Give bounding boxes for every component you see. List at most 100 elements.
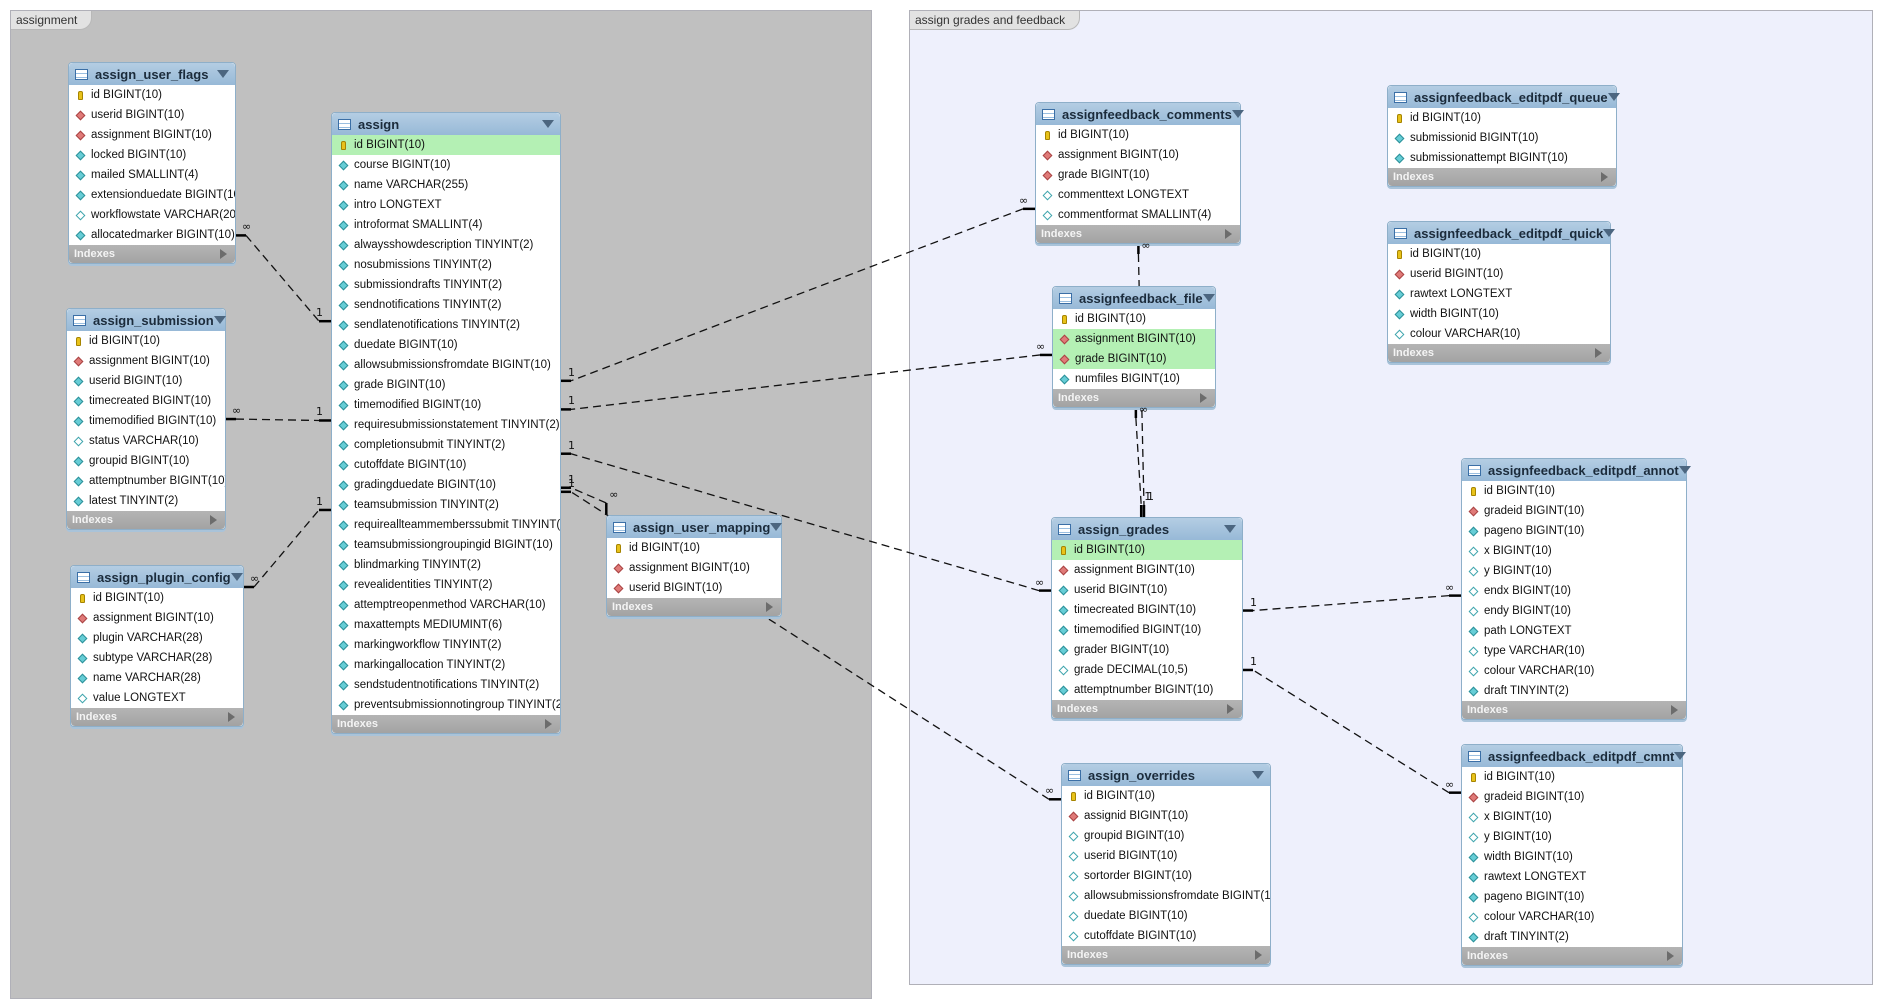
- column-row[interactable]: id BIGINT(10): [1053, 309, 1215, 329]
- indexes-section[interactable]: Indexes: [71, 708, 243, 726]
- column-row[interactable]: cutoffdate BIGINT(10): [332, 455, 560, 475]
- column-row[interactable]: maxattempts MEDIUMINT(6): [332, 615, 560, 635]
- table-header[interactable]: assignfeedback_editpdf_annot: [1462, 459, 1691, 481]
- column-row[interactable]: endy BIGINT(10): [1462, 601, 1686, 621]
- column-row[interactable]: allowsubmissionsfromdate BIGINT(10): [1062, 886, 1270, 906]
- column-row[interactable]: sendlatenotifications TINYINT(2): [332, 315, 560, 335]
- column-row[interactable]: attemptnumber BIGINT(10): [67, 471, 225, 491]
- expand-arrow-icon[interactable]: [1671, 705, 1678, 715]
- expand-arrow-icon[interactable]: [766, 602, 773, 612]
- column-row[interactable]: y BIGINT(10): [1462, 827, 1682, 847]
- column-row[interactable]: plugin VARCHAR(28): [71, 628, 243, 648]
- column-row[interactable]: name VARCHAR(28): [71, 668, 243, 688]
- column-row[interactable]: x BIGINT(10): [1462, 807, 1682, 827]
- column-row[interactable]: value LONGTEXT: [71, 688, 243, 708]
- column-row[interactable]: rawtext LONGTEXT: [1388, 284, 1610, 304]
- column-row[interactable]: extensionduedate BIGINT(10): [69, 185, 235, 205]
- column-row[interactable]: userid BIGINT(10): [1062, 846, 1270, 866]
- collapse-arrow-icon[interactable]: [1202, 294, 1215, 302]
- column-row[interactable]: id BIGINT(10): [67, 331, 225, 351]
- column-row[interactable]: nosubmissions TINYINT(2): [332, 255, 560, 275]
- table-assignfeedback_editpdf_quick[interactable]: assignfeedback_editpdf_quick id BIGINT(10…: [1387, 221, 1616, 363]
- column-row[interactable]: userid BIGINT(10): [1388, 264, 1610, 284]
- column-row[interactable]: assignment BIGINT(10): [607, 558, 781, 578]
- column-row[interactable]: id BIGINT(10): [1462, 767, 1682, 787]
- column-row[interactable]: attemptreopenmethod VARCHAR(10): [332, 595, 560, 615]
- column-row[interactable]: id BIGINT(10): [1462, 481, 1686, 501]
- indexes-section[interactable]: Indexes: [67, 511, 225, 529]
- column-row[interactable]: id BIGINT(10): [1388, 244, 1610, 264]
- column-row[interactable]: id BIGINT(10): [1036, 125, 1240, 145]
- table-header[interactable]: assign_plugin_config: [71, 566, 243, 588]
- column-row[interactable]: commentformat SMALLINT(4): [1036, 205, 1240, 225]
- column-row[interactable]: attemptnumber BIGINT(10): [1052, 680, 1242, 700]
- column-row[interactable]: timemodified BIGINT(10): [67, 411, 225, 431]
- table-header[interactable]: assign_overrides: [1062, 764, 1270, 786]
- table-assignfeedback_comments[interactable]: assignfeedback_comments id BIGINT(10) assi…: [1035, 102, 1244, 244]
- expand-arrow-icon[interactable]: [1595, 348, 1602, 358]
- table-assignfeedback_editpdf_queue[interactable]: assignfeedback_editpdf_queue id BIGINT(10…: [1387, 85, 1620, 187]
- expand-arrow-icon[interactable]: [1667, 951, 1674, 961]
- column-row[interactable]: gradeid BIGINT(10): [1462, 501, 1686, 521]
- indexes-section[interactable]: Indexes: [332, 715, 560, 733]
- column-row[interactable]: x BIGINT(10): [1462, 541, 1686, 561]
- column-row[interactable]: submissionattempt BIGINT(10): [1388, 148, 1616, 168]
- column-row[interactable]: id BIGINT(10): [332, 135, 560, 155]
- column-row[interactable]: colour VARCHAR(10): [1462, 661, 1686, 681]
- column-row[interactable]: name VARCHAR(255): [332, 175, 560, 195]
- collapse-arrow-icon[interactable]: [1607, 93, 1620, 101]
- column-row[interactable]: userid BIGINT(10): [607, 578, 781, 598]
- indexes-section[interactable]: Indexes: [1036, 225, 1240, 243]
- collapse-arrow-icon[interactable]: [542, 120, 554, 128]
- column-row[interactable]: status VARCHAR(10): [67, 431, 225, 451]
- column-row[interactable]: requiresubmissionstatement TINYINT(2): [332, 415, 560, 435]
- collapse-arrow-icon[interactable]: [770, 523, 783, 531]
- collapse-arrow-icon[interactable]: [1678, 466, 1691, 474]
- table-assign_overrides[interactable]: assign_overrides id BIGINT(10) assignid BI…: [1061, 763, 1271, 965]
- column-row[interactable]: teamsubmission TINYINT(2): [332, 495, 560, 515]
- table-assign_plugin_config[interactable]: assign_plugin_config id BIGINT(10) assignm…: [70, 565, 244, 727]
- collapse-arrow-icon[interactable]: [1674, 752, 1687, 760]
- table-header[interactable]: assign_grades: [1052, 518, 1242, 540]
- indexes-section[interactable]: Indexes: [1062, 946, 1270, 964]
- column-row[interactable]: submissionid BIGINT(10): [1388, 128, 1616, 148]
- column-row[interactable]: id BIGINT(10): [1052, 540, 1242, 560]
- table-header[interactable]: assign_user_mapping: [607, 516, 783, 538]
- column-row[interactable]: userid BIGINT(10): [1052, 580, 1242, 600]
- column-row[interactable]: id BIGINT(10): [71, 588, 243, 608]
- table-header[interactable]: assign_submission: [67, 309, 226, 331]
- table-assignfeedback_file[interactable]: assignfeedback_file id BIGINT(10) assignme…: [1052, 286, 1216, 408]
- column-row[interactable]: grade BIGINT(10): [332, 375, 560, 395]
- column-row[interactable]: assignment BIGINT(10): [1052, 560, 1242, 580]
- column-row[interactable]: userid BIGINT(10): [69, 105, 235, 125]
- column-row[interactable]: colour VARCHAR(10): [1388, 324, 1610, 344]
- column-row[interactable]: grader BIGINT(10): [1052, 640, 1242, 660]
- column-row[interactable]: completionsubmit TINYINT(2): [332, 435, 560, 455]
- column-row[interactable]: draft TINYINT(2): [1462, 927, 1682, 947]
- column-row[interactable]: pageno BIGINT(10): [1462, 887, 1682, 907]
- column-row[interactable]: pageno BIGINT(10): [1462, 521, 1686, 541]
- column-row[interactable]: cutoffdate BIGINT(10): [1062, 926, 1270, 946]
- indexes-section[interactable]: Indexes: [1462, 701, 1686, 719]
- column-row[interactable]: colour VARCHAR(10): [1462, 907, 1682, 927]
- collapse-arrow-icon[interactable]: [1603, 229, 1616, 237]
- collapse-arrow-icon[interactable]: [1252, 771, 1264, 779]
- column-row[interactable]: width BIGINT(10): [1462, 847, 1682, 867]
- column-row[interactable]: allowsubmissionsfromdate BIGINT(10): [332, 355, 560, 375]
- indexes-section[interactable]: Indexes: [1052, 700, 1242, 718]
- expand-arrow-icon[interactable]: [1227, 704, 1234, 714]
- column-row[interactable]: requireallteammemberssubmit TINYINT(2): [332, 515, 560, 535]
- column-row[interactable]: y BIGINT(10): [1462, 561, 1686, 581]
- column-row[interactable]: intro LONGTEXT: [332, 195, 560, 215]
- column-row[interactable]: assignment BIGINT(10): [1036, 145, 1240, 165]
- column-row[interactable]: rawtext LONGTEXT: [1462, 867, 1682, 887]
- table-assign_user_mapping[interactable]: assign_user_mapping id BIGINT(10) assignme…: [606, 515, 783, 617]
- table-header[interactable]: assignfeedback_comments: [1036, 103, 1244, 125]
- column-row[interactable]: assignid BIGINT(10): [1062, 806, 1270, 826]
- column-row[interactable]: grade DECIMAL(10,5): [1052, 660, 1242, 680]
- column-row[interactable]: blindmarking TINYINT(2): [332, 555, 560, 575]
- collapse-arrow-icon[interactable]: [213, 316, 226, 324]
- column-row[interactable]: gradeid BIGINT(10): [1462, 787, 1682, 807]
- column-row[interactable]: markingallocation TINYINT(2): [332, 655, 560, 675]
- table-header[interactable]: assign_user_flags: [69, 63, 235, 85]
